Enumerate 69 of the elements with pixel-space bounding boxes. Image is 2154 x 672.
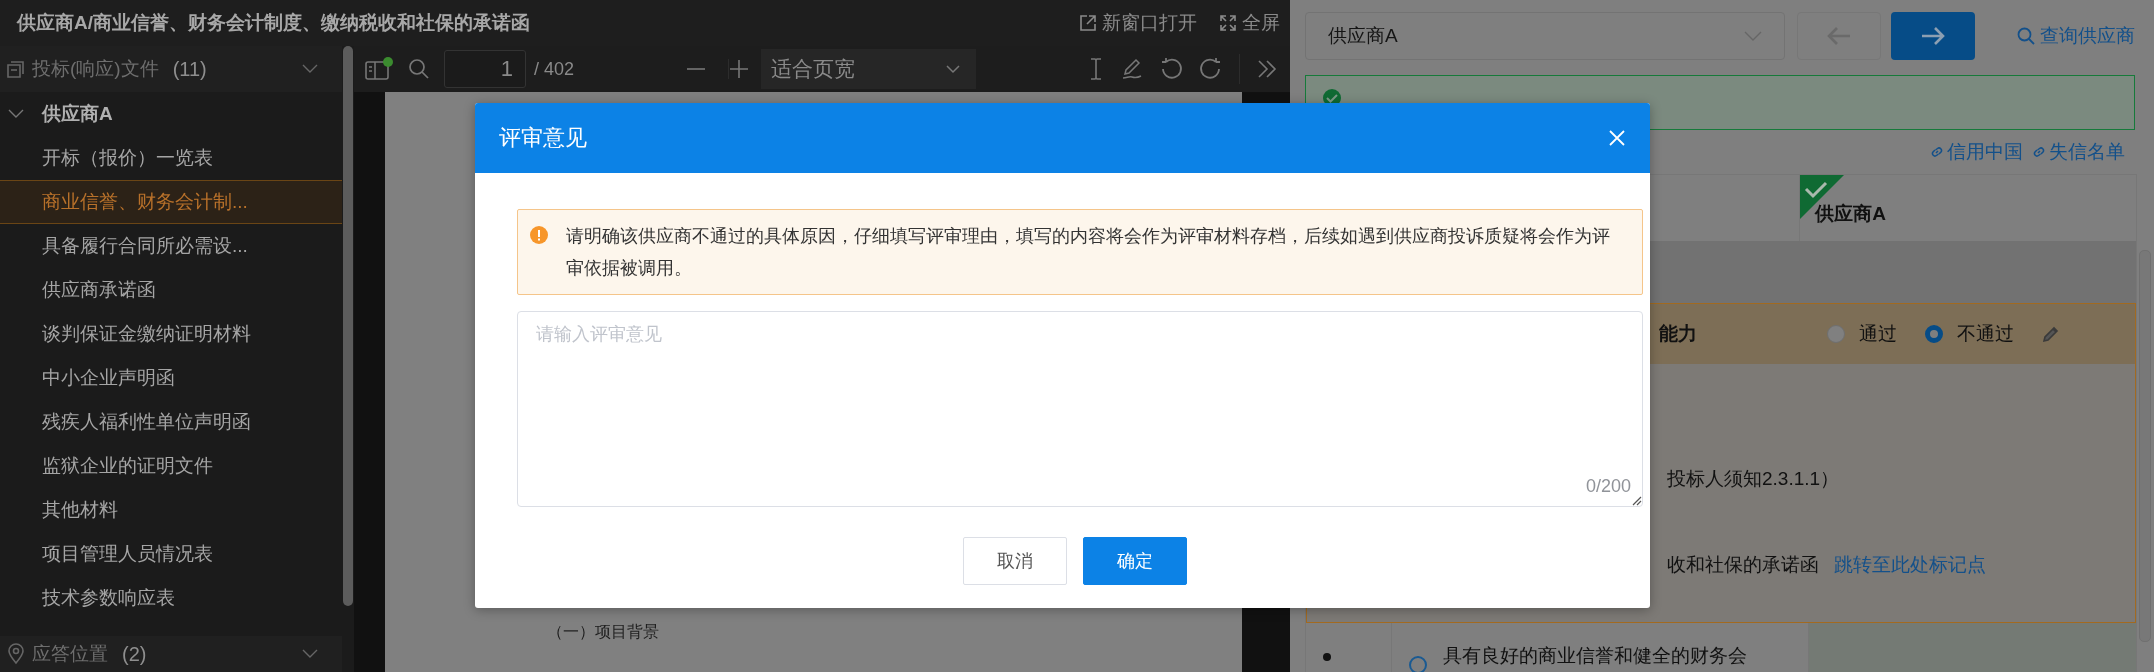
close-icon[interactable] xyxy=(1608,129,1626,147)
rotate-right-icon[interactable] xyxy=(1199,57,1223,81)
zoom-in-icon[interactable] xyxy=(728,59,750,79)
radio-option[interactable]: 不通过 xyxy=(1925,321,2014,347)
chevron-down-icon xyxy=(8,109,24,119)
file-item[interactable]: 项目管理人员情况表 xyxy=(0,532,342,576)
file-item[interactable]: 供应商承诺函 xyxy=(0,268,342,312)
open-window-link[interactable]: 新窗口打开 xyxy=(1079,10,1197,36)
file-item[interactable]: 技术参数响应表 xyxy=(0,576,342,620)
document-title: 供应商A/商业信誉、财务会计制度、缴纳税收和社保的承诺函 xyxy=(17,11,531,35)
link-icon xyxy=(2031,144,2047,160)
radio-button[interactable] xyxy=(1925,325,1943,343)
confirm-button[interactable]: 确定 xyxy=(1083,537,1187,585)
tree-node[interactable]: 供应商A xyxy=(0,92,342,136)
chevron-down-icon xyxy=(1744,31,1762,41)
document-heading: （一）项目背景 xyxy=(547,622,659,642)
next-button[interactable] xyxy=(1891,12,1975,60)
criterion-title: 能力 xyxy=(1659,322,1698,346)
sidebar-toggle-icon[interactable] xyxy=(364,56,394,82)
section-title: 应答位置 xyxy=(32,642,108,666)
dialog-title: 评审意见 xyxy=(499,124,588,152)
file-item[interactable]: 谈判保证金缴纳证明材料 xyxy=(0,312,342,356)
fullscreen-link[interactable]: 全屏 xyxy=(1219,10,1280,36)
rotate-left-icon[interactable] xyxy=(1159,57,1183,81)
section-header[interactable]: 投标(响应)文件 (11) xyxy=(0,46,342,92)
detail-text: 收和社保的承诺函 xyxy=(1667,553,1819,577)
file-item[interactable]: 具备履行合同所必需设... xyxy=(0,224,342,268)
warning-message: 请明确该供应商不通过的具体原因，仔细填写评审理由，填写的内容将会作为评审材料存档，后续如遇到供应商投诉质疑将会作为评审依据被调用。 xyxy=(566,225,1611,280)
double-chevron-right-icon[interactable] xyxy=(1256,59,1278,79)
scrollbar-thumb[interactable] xyxy=(343,46,353,606)
external-link-icon xyxy=(1079,14,1097,32)
link-icon xyxy=(1929,144,1945,160)
section-count: (11) xyxy=(172,57,207,81)
radio-button[interactable] xyxy=(1408,656,1427,672)
chevron-down-icon xyxy=(946,64,961,74)
radio-button[interactable] xyxy=(1827,325,1845,343)
radio-option[interactable]: 通过 xyxy=(1827,321,1897,347)
supplier-name: 供应商A xyxy=(42,102,113,126)
chevron-down-icon xyxy=(302,64,318,74)
cancel-button[interactable]: 取消 xyxy=(963,537,1067,585)
section-title: 投标(响应)文件 xyxy=(32,57,159,81)
file-item[interactable]: 中小企业声明函 xyxy=(0,356,342,400)
file-item[interactable]: 其他材料 xyxy=(0,488,342,532)
section-count: (2) xyxy=(122,642,147,666)
character-counter: 0/200 xyxy=(1585,476,1631,497)
file-item[interactable]: 监狱企业的证明文件 xyxy=(0,444,342,488)
fullscreen-icon xyxy=(1219,14,1237,32)
search-icon[interactable] xyxy=(408,58,430,80)
location-pin-icon xyxy=(6,643,26,665)
edit-icon[interactable] xyxy=(2042,325,2060,343)
supplier-select[interactable]: 供应商A xyxy=(1305,12,1785,60)
files-icon xyxy=(6,59,26,79)
page-total: / 402 xyxy=(534,58,575,80)
pen-icon[interactable] xyxy=(1121,58,1143,80)
criterion-title: 具有良好的商业信誉和健全的财务会 xyxy=(1442,644,1747,668)
page-number-field[interactable]: 1 xyxy=(444,50,526,88)
arrow-right-icon xyxy=(1920,26,1946,46)
file-item[interactable]: 残疾人福利性单位声明函 xyxy=(0,400,342,444)
section-header[interactable]: 应答位置 (2) xyxy=(0,636,342,672)
file-item[interactable]: 开标（报价）一览表 xyxy=(0,136,342,180)
detail-text: 投标人须知2.3.1.1） xyxy=(1667,467,1840,491)
resize-handle-icon[interactable] xyxy=(1632,496,1642,506)
supplier-name: 供应商A xyxy=(1815,202,1887,226)
file-item[interactable]: 商业信誉、财务会计制... xyxy=(0,180,342,224)
expand-dot-icon xyxy=(1323,653,1331,661)
zoom-select[interactable]: 适合页宽 xyxy=(761,49,977,89)
search-icon xyxy=(2017,27,2035,45)
warning-icon xyxy=(530,226,548,244)
chevron-down-icon xyxy=(302,649,318,659)
